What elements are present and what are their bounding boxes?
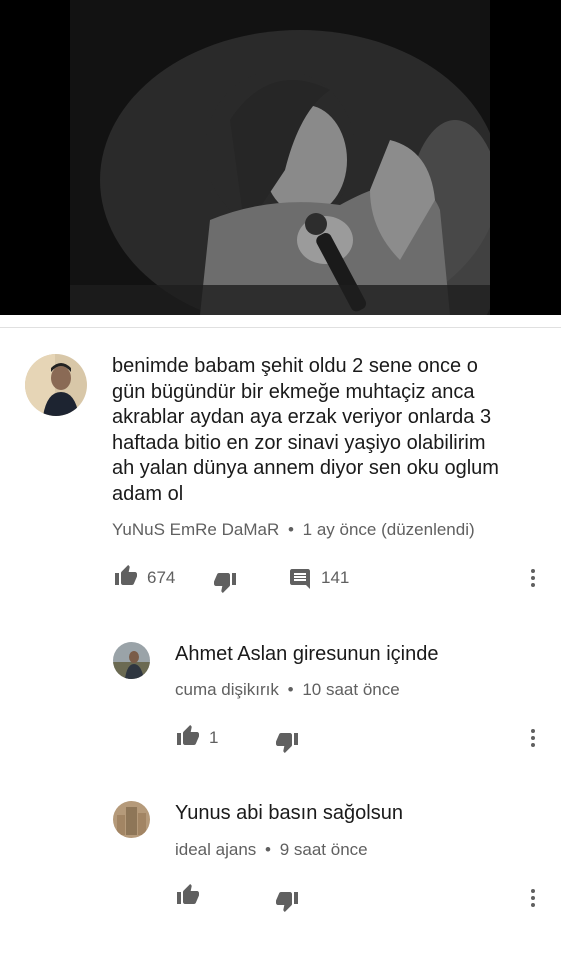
- meta-separator: •: [265, 840, 271, 859]
- thumb-down-icon[interactable]: [213, 570, 237, 594]
- video-thumbnail-image: [70, 0, 505, 315]
- reply-meta: ideal ajans • 9 saat önce: [175, 840, 368, 860]
- meta-separator: •: [287, 520, 294, 539]
- reply-author-avatar[interactable]: [113, 642, 150, 679]
- comment-meta: YuNuS EmRe DaMaR • 1 ay önce (düzenlendi…: [112, 520, 475, 540]
- reply-text: Yunus abi basın sağolsun: [175, 802, 403, 824]
- thumb-up-icon[interactable]: [176, 724, 200, 748]
- meta-separator: •: [287, 680, 294, 699]
- reply-time: 10 saat önce: [302, 680, 400, 699]
- divider: [0, 327, 561, 328]
- more-vert-icon[interactable]: [521, 886, 545, 910]
- comment-text: benimde babam şehit oldu 2 sene once o g…: [112, 354, 542, 507]
- more-vert-icon[interactable]: [521, 566, 545, 590]
- reply-count: 141: [321, 568, 350, 587]
- video-player[interactable]: [0, 0, 561, 315]
- thumb-up-icon[interactable]: [176, 883, 200, 907]
- comment-text-line: gün bügündür bir ekmeğe muhtaçiz anca: [112, 380, 475, 403]
- reply-author[interactable]: ideal ajans: [175, 840, 256, 859]
- like-count: 674: [147, 568, 176, 587]
- like-count: 1: [209, 728, 219, 747]
- thumb-down-icon[interactable]: [275, 889, 299, 913]
- comment-icon[interactable]: [288, 567, 312, 591]
- more-vert-icon[interactable]: [521, 726, 545, 750]
- comment-author-avatar[interactable]: [25, 354, 87, 416]
- reply-meta: cuma dişikırık • 10 saat önce: [175, 680, 400, 700]
- comment-author[interactable]: YuNuS EmRe DaMaR: [112, 520, 279, 539]
- reply-time: 9 saat önce: [279, 840, 368, 859]
- comment-time: 1 ay önce (düzenlendi): [302, 520, 475, 539]
- comment-text-line: ah yalan dünya annem diyor sen oku oglum: [112, 457, 499, 479]
- comment-text-line: benimde babam şehit oldu 2 sene once o: [112, 355, 478, 377]
- reply-author-avatar[interactable]: [113, 801, 150, 838]
- comment-text-line: adam ol: [112, 482, 184, 505]
- reply-author[interactable]: cuma dişikırık: [175, 680, 279, 699]
- video-frame: [70, 0, 505, 315]
- comment-text-line: akrablar aydan aya erzak veriyor onlarda…: [112, 406, 492, 428]
- thumb-up-icon[interactable]: [114, 564, 138, 588]
- comment-text-line: haftada bitio en zor sinavi yaşiyo olabi…: [112, 431, 486, 454]
- reply-text: Ahmet Aslan giresunun içinde: [175, 643, 439, 665]
- thumb-down-icon[interactable]: [275, 730, 299, 754]
